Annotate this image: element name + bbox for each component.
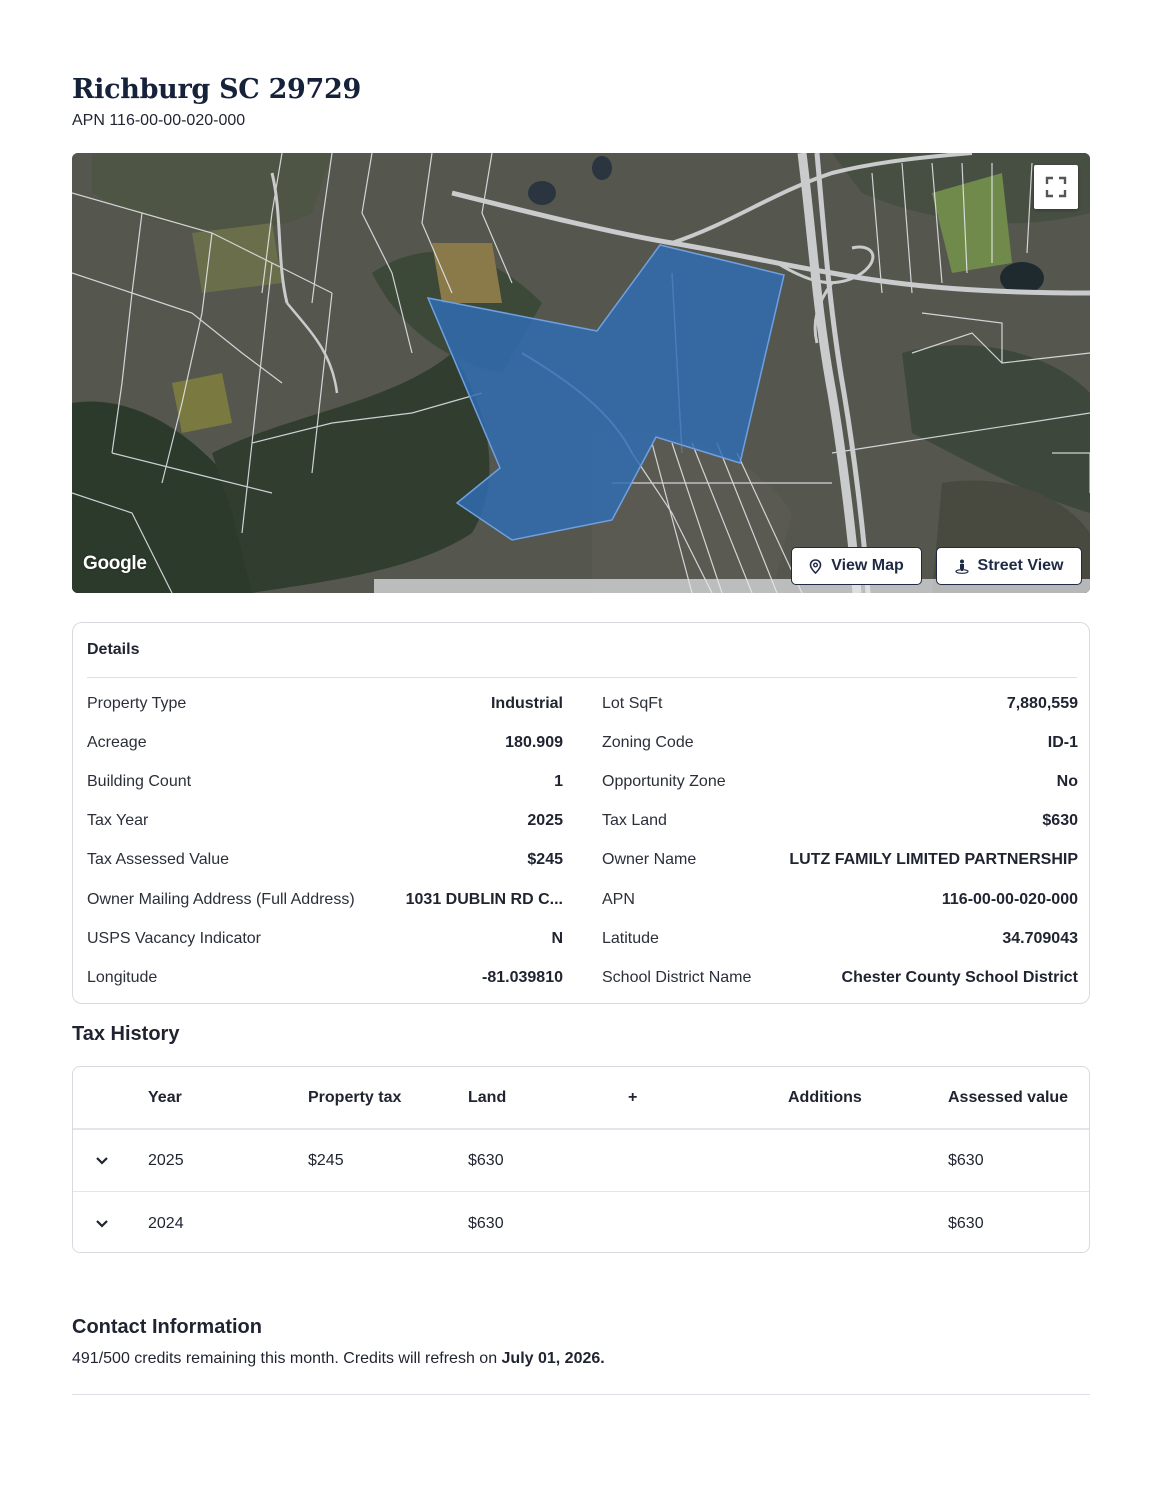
street-view-button[interactable]: Street View (936, 547, 1082, 585)
detail-row-owner-mailing-address: Owner Mailing Address (Full Address) 103… (87, 888, 563, 912)
table-header: Year Property tax Land + Additions Asses… (73, 1067, 1089, 1130)
detail-label: Owner Mailing Address (Full Address) (87, 891, 355, 908)
detail-value: 180.909 (505, 734, 563, 751)
detail-label: APN (602, 891, 635, 908)
detail-label: Property Type (87, 695, 187, 712)
detail-value: 1031 DUBLIN RD C... (405, 891, 563, 908)
detail-row-apn: APN 116-00-00-020-000 (602, 888, 1078, 912)
detail-value: $245 (527, 851, 563, 868)
cell-assessed-value: $630 (948, 1151, 984, 1169)
detail-row-tax-land: Tax Land $630 (602, 809, 1078, 833)
detail-row-school-district: School District Name Chester County Scho… (602, 966, 1078, 990)
table-row[interactable]: 2025 $245 $630 $630 (73, 1130, 1089, 1192)
detail-value: 2025 (527, 812, 563, 829)
detail-row-property-type: Property Type Industrial (87, 692, 563, 716)
detail-label: School District Name (602, 969, 752, 986)
column-header-plus: + (628, 1088, 638, 1106)
detail-label: Acreage (87, 734, 147, 751)
cell-year: 2024 (148, 1215, 184, 1232)
fullscreen-icon (1045, 176, 1067, 198)
detail-label: Longitude (87, 969, 158, 986)
detail-value: 1 (554, 773, 563, 790)
detail-row-opportunity-zone: Opportunity Zone No (602, 770, 1078, 794)
detail-label: Tax Land (602, 812, 667, 829)
apn-subtitle: APN 116-00-00-020-000 (72, 112, 246, 129)
column-header-property-tax: Property tax (308, 1088, 402, 1106)
chevron-down-icon (96, 1156, 108, 1165)
view-map-button[interactable]: View Map (791, 547, 922, 585)
detail-row-acreage: Acreage 180.909 (87, 731, 563, 755)
detail-label: Zoning Code (602, 734, 694, 751)
cell-land: $630 (468, 1215, 504, 1232)
detail-row-zoning-code: Zoning Code ID-1 (602, 731, 1078, 755)
detail-value: 116-00-00-020-000 (941, 891, 1078, 908)
column-header-land: Land (468, 1088, 507, 1106)
cell-property-tax: $245 (308, 1151, 344, 1169)
google-logo: Google (83, 553, 147, 574)
detail-value: 34.709043 (1002, 930, 1078, 947)
detail-label: USPS Vacancy Indicator (87, 930, 262, 947)
street-view-label: Street View (977, 557, 1064, 574)
detail-row-longitude: Longitude -81.039810 (87, 966, 563, 990)
detail-row-lot-sqft: Lot SqFt 7,880,559 (602, 692, 1078, 716)
detail-value: Chester County School District (841, 969, 1078, 986)
expand-row-button[interactable] (93, 1193, 111, 1252)
detail-value: -81.039810 (482, 969, 563, 986)
fullscreen-button[interactable] (1034, 165, 1078, 209)
tax-history-title: Tax History (72, 1023, 180, 1045)
detail-value: No (1056, 773, 1078, 790)
detail-label: Opportunity Zone (602, 773, 726, 790)
details-card: Details Property Type Industrial Acreage… (72, 622, 1090, 1004)
detail-label: Building Count (87, 773, 192, 790)
detail-row-owner-name: Owner Name LUTZ FAMILY LIMITED PARTNERSH… (602, 848, 1078, 872)
detail-value: 7,880,559 (1006, 695, 1078, 712)
property-map[interactable]: Google View Map Street View (72, 153, 1090, 593)
cell-year: 2025 (148, 1151, 184, 1169)
refresh-date: July 01, 2026. (501, 1350, 605, 1367)
detail-label: Owner Name (602, 851, 697, 868)
table-row[interactable]: 2024 $630 $630 (73, 1193, 1089, 1252)
view-map-label: View Map (831, 557, 904, 574)
detail-row-usps-vacancy: USPS Vacancy Indicator N (87, 927, 563, 951)
detail-label: Lot SqFt (602, 695, 663, 712)
detail-row-tax-year: Tax Year 2025 (87, 809, 563, 833)
column-header-assessed-value: Assessed value (948, 1088, 1069, 1106)
detail-value: ID-1 (1047, 734, 1078, 751)
cell-assessed-value: $630 (948, 1215, 984, 1232)
detail-label: Latitude (602, 930, 659, 947)
expand-row-button[interactable] (93, 1130, 111, 1191)
satellite-imagery (72, 153, 1090, 593)
detail-label: Tax Year (87, 812, 149, 829)
credits-text: 491/500 credits remaining this month. Cr… (72, 1350, 502, 1367)
street-view-person-icon (954, 559, 969, 574)
contact-information-title: Contact Information (72, 1316, 262, 1338)
column-header-additions: Additions (788, 1088, 862, 1106)
details-heading: Details (87, 641, 140, 658)
section-divider (72, 1394, 1090, 1395)
chevron-down-icon (96, 1220, 108, 1228)
column-header-year: Year (148, 1088, 182, 1106)
detail-label: Tax Assessed Value (87, 851, 230, 868)
detail-value: LUTZ FAMILY LIMITED PARTNERSHIP (789, 851, 1078, 868)
detail-row-latitude: Latitude 34.709043 (602, 927, 1078, 951)
detail-row-building-count: Building Count 1 (87, 770, 563, 794)
detail-row-tax-assessed-value: Tax Assessed Value $245 (87, 848, 563, 872)
detail-value: $630 (1042, 812, 1078, 829)
detail-value: Industrial (490, 695, 563, 712)
detail-value: N (551, 930, 563, 947)
map-pin-icon (809, 558, 822, 574)
cell-land: $630 (468, 1151, 504, 1169)
page-title: Richburg SC 29729 (72, 74, 361, 105)
details-divider (87, 677, 1077, 678)
tax-history-table: Year Property tax Land + Additions Asses… (72, 1066, 1090, 1253)
credits-remaining-text: 491/500 credits remaining this month. Cr… (72, 1350, 605, 1368)
